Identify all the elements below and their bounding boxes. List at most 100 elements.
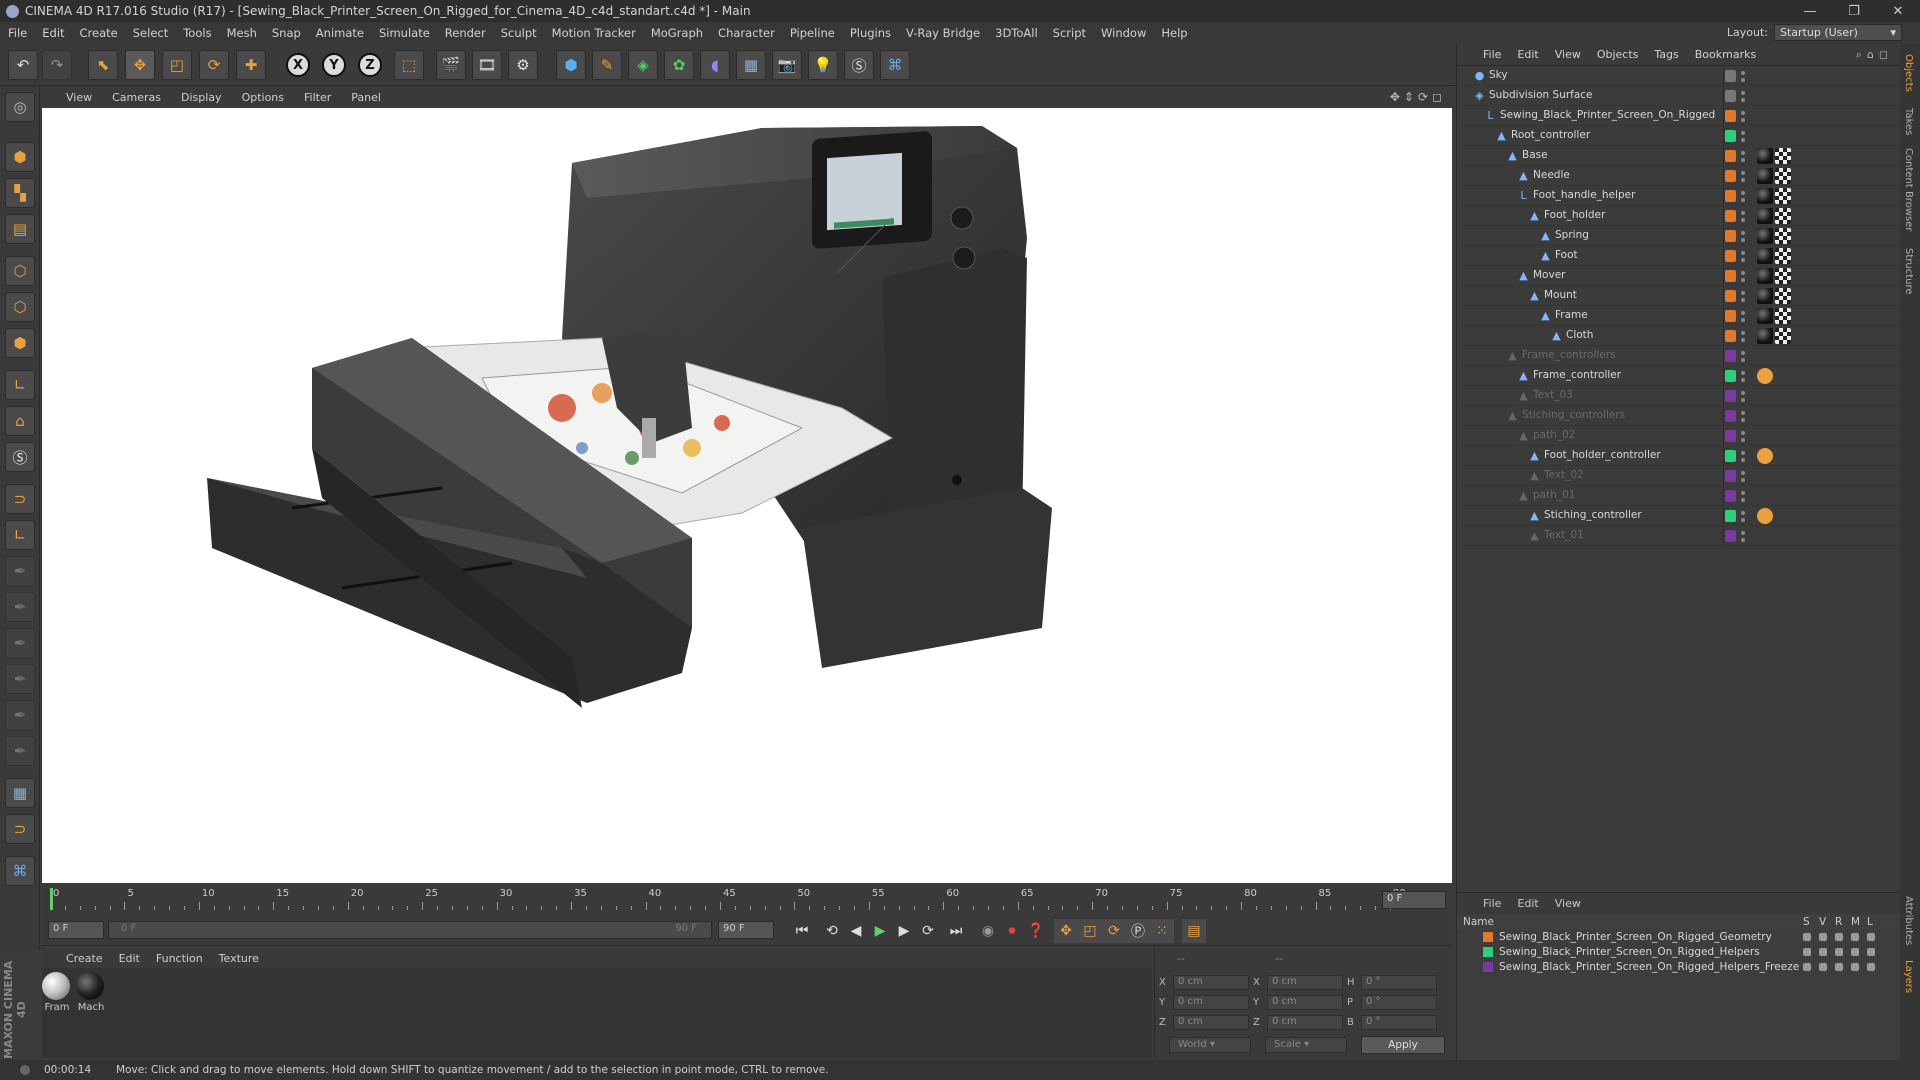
layer-flag-toggle[interactable] — [1819, 933, 1827, 941]
render-visibility-dot[interactable] — [1741, 258, 1745, 262]
axis-mode-button[interactable]: ∟ — [5, 370, 35, 400]
start-frame-field[interactable]: 0 F — [48, 921, 104, 939]
object-row[interactable]: ▲ Text_03 — [1457, 386, 1901, 406]
layer-color-swatch[interactable] — [1725, 210, 1736, 222]
uvw-tag-icon[interactable] — [1775, 228, 1791, 244]
position-key-button[interactable]: ✥ — [1054, 919, 1078, 943]
object-row[interactable]: ◈ Subdivision Surface — [1457, 86, 1901, 106]
menu-3dtoall[interactable]: 3DToAll — [995, 26, 1038, 40]
uvw-tag-icon[interactable] — [1775, 288, 1791, 304]
menu-file[interactable]: File — [8, 26, 27, 40]
object-row[interactable]: ▲ Text_01 — [1457, 526, 1901, 546]
object-name[interactable]: Frame_controller — [1533, 369, 1621, 381]
om-menu-tags[interactable]: Tags — [1654, 48, 1678, 61]
floor-button[interactable]: ▦ — [736, 50, 766, 80]
render-visibility-dot[interactable] — [1741, 538, 1745, 542]
menu-vray-bridge[interactable]: V-Ray Bridge — [906, 26, 980, 40]
render-visibility-dot[interactable] — [1741, 438, 1745, 442]
object-name[interactable]: Frame — [1555, 309, 1588, 321]
material-tag-icon[interactable] — [1757, 308, 1773, 324]
brush-tool-4-button[interactable]: ✒ — [5, 664, 35, 694]
size-y-field[interactable]: 0 cm — [1267, 994, 1343, 1010]
layer-color-swatch[interactable] — [1725, 430, 1736, 442]
rotation-key-button[interactable]: ⟳ — [1102, 919, 1126, 943]
render-visibility-dot[interactable] — [1741, 98, 1745, 102]
editor-visibility-dot[interactable] — [1741, 311, 1745, 315]
layer-color-swatch[interactable] — [1725, 130, 1736, 142]
menu-sculpt[interactable]: Sculpt — [501, 26, 537, 40]
protection-tag-icon[interactable] — [1757, 368, 1773, 384]
material-menu-create[interactable]: Create — [66, 952, 103, 965]
menu-mesh[interactable]: Mesh — [227, 26, 257, 40]
edges-mode-button[interactable]: ⬡ — [5, 292, 35, 322]
object-name[interactable]: Spring — [1555, 229, 1589, 241]
editor-visibility-dot[interactable] — [1741, 511, 1745, 515]
record-active-button[interactable]: ◉ — [976, 919, 1000, 943]
menu-pipeline[interactable]: Pipeline — [790, 26, 835, 40]
layer-flag-toggle[interactable] — [1819, 963, 1827, 971]
redo-button[interactable]: ↷ — [42, 50, 72, 80]
brush-tool-3-button[interactable]: ✒ — [5, 628, 35, 658]
object-name[interactable]: Frame_controllers — [1522, 349, 1616, 361]
layer-flag-toggle[interactable] — [1851, 933, 1859, 941]
editor-visibility-dot[interactable] — [1741, 451, 1745, 455]
render-visibility-dot[interactable] — [1741, 118, 1745, 122]
tab-attributes[interactable]: Attributes — [1903, 896, 1914, 945]
object-row[interactable]: ▲ Spring — [1457, 226, 1901, 246]
editor-visibility-dot[interactable] — [1741, 431, 1745, 435]
object-row[interactable]: ▲ Frame_controller — [1457, 366, 1901, 386]
material-menu-texture[interactable]: Texture — [219, 952, 259, 965]
material-swatch-machine[interactable]: Mach — [76, 972, 106, 1013]
editor-visibility-dot[interactable] — [1741, 211, 1745, 215]
layer-color-swatch[interactable] — [1725, 250, 1736, 262]
apply-button[interactable]: Apply — [1361, 1036, 1445, 1054]
tweak-mode-button[interactable]: ⌂ — [5, 406, 35, 436]
rotation-b-field[interactable]: 0 ° — [1361, 1014, 1437, 1030]
layer-color-swatch[interactable] — [1725, 150, 1736, 162]
menu-mograph[interactable]: MoGraph — [651, 26, 703, 40]
position-x-field[interactable]: 0 cm — [1173, 974, 1249, 990]
menu-character[interactable]: Character — [718, 26, 775, 40]
position-z-field[interactable]: 0 cm — [1173, 1014, 1249, 1030]
grid-lock-button[interactable]: ▦ — [5, 778, 35, 808]
object-row[interactable]: ▲ Root_controller — [1457, 126, 1901, 146]
editor-visibility-dot[interactable] — [1741, 91, 1745, 95]
layer-color-swatch[interactable] — [1725, 110, 1736, 122]
layer-flag-toggle[interactable] — [1835, 948, 1843, 956]
menu-plugins[interactable]: Plugins — [850, 26, 891, 40]
layer-color-swatch[interactable] — [1725, 230, 1736, 242]
layer-color-swatch[interactable] — [1725, 310, 1736, 322]
viewport-navigation-icons[interactable]: ✥⇕⟳◻ — [1390, 90, 1446, 104]
render-visibility-dot[interactable] — [1741, 518, 1745, 522]
size-mode-dropdown[interactable]: Scale ▾ — [1265, 1037, 1347, 1053]
layer-color-swatch[interactable] — [1725, 90, 1736, 102]
render-visibility-dot[interactable] — [1741, 458, 1745, 462]
object-name[interactable]: path_01 — [1533, 489, 1575, 501]
object-row[interactable]: ▲ Mount — [1457, 286, 1901, 306]
om-menu-view[interactable]: View — [1555, 48, 1581, 61]
render-visibility-dot[interactable] — [1741, 398, 1745, 402]
subdivision-generator-button[interactable]: ◈ — [628, 50, 658, 80]
recent-tool-button[interactable]: ✚ — [236, 50, 266, 80]
editor-visibility-dot[interactable] — [1741, 351, 1745, 355]
editor-visibility-dot[interactable] — [1741, 131, 1745, 135]
scale-key-button[interactable]: ◰ — [1078, 919, 1102, 943]
layer-flag-toggle[interactable] — [1867, 933, 1875, 941]
menu-edit[interactable]: Edit — [42, 26, 64, 40]
magnet-button[interactable]: ⊃ — [5, 484, 35, 514]
object-row[interactable]: ▲ Stiching_controller — [1457, 506, 1901, 526]
object-name[interactable]: Text_02 — [1544, 469, 1584, 481]
playhead[interactable] — [50, 888, 53, 910]
y-axis-lock-button[interactable]: Y — [322, 53, 346, 77]
editor-visibility-dot[interactable] — [1741, 411, 1745, 415]
layer-color-swatch[interactable] — [1725, 170, 1736, 182]
go-to-end-button[interactable]: ⏭ — [944, 919, 968, 943]
object-row[interactable]: ▲ Frame_controllers — [1457, 346, 1901, 366]
layer-name[interactable]: Sewing_Black_Printer_Screen_On_Rigged_He… — [1499, 946, 1760, 958]
layer-color-swatch[interactable] — [1725, 510, 1736, 522]
render-visibility-dot[interactable] — [1741, 338, 1745, 342]
material-tag-icon[interactable] — [1757, 328, 1773, 344]
layer-color-swatch[interactable] — [1483, 932, 1493, 942]
object-row[interactable]: ▲ Mover — [1457, 266, 1901, 286]
material-menu-edit[interactable]: Edit — [119, 952, 140, 965]
